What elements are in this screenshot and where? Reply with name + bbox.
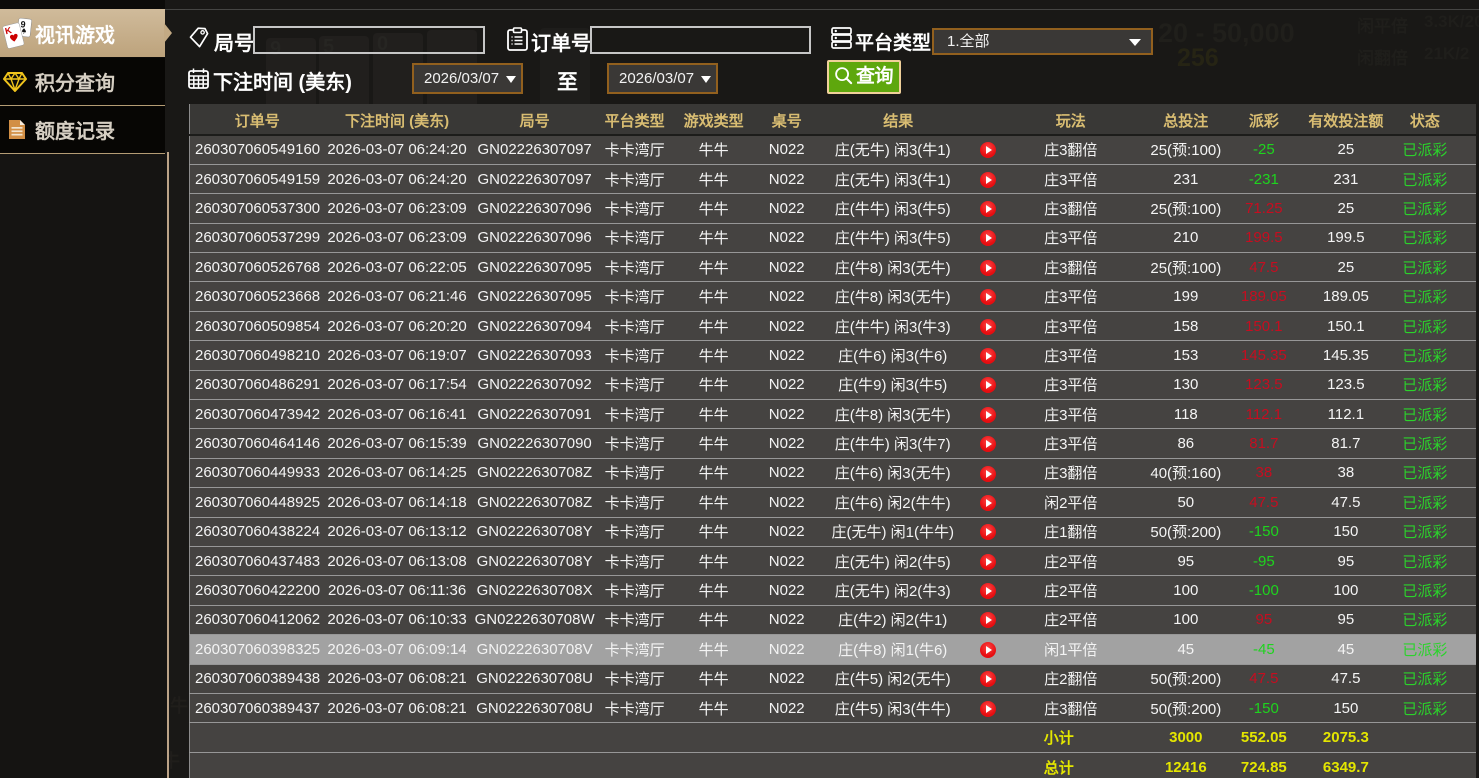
svg-text:9: 9 bbox=[20, 19, 26, 29]
